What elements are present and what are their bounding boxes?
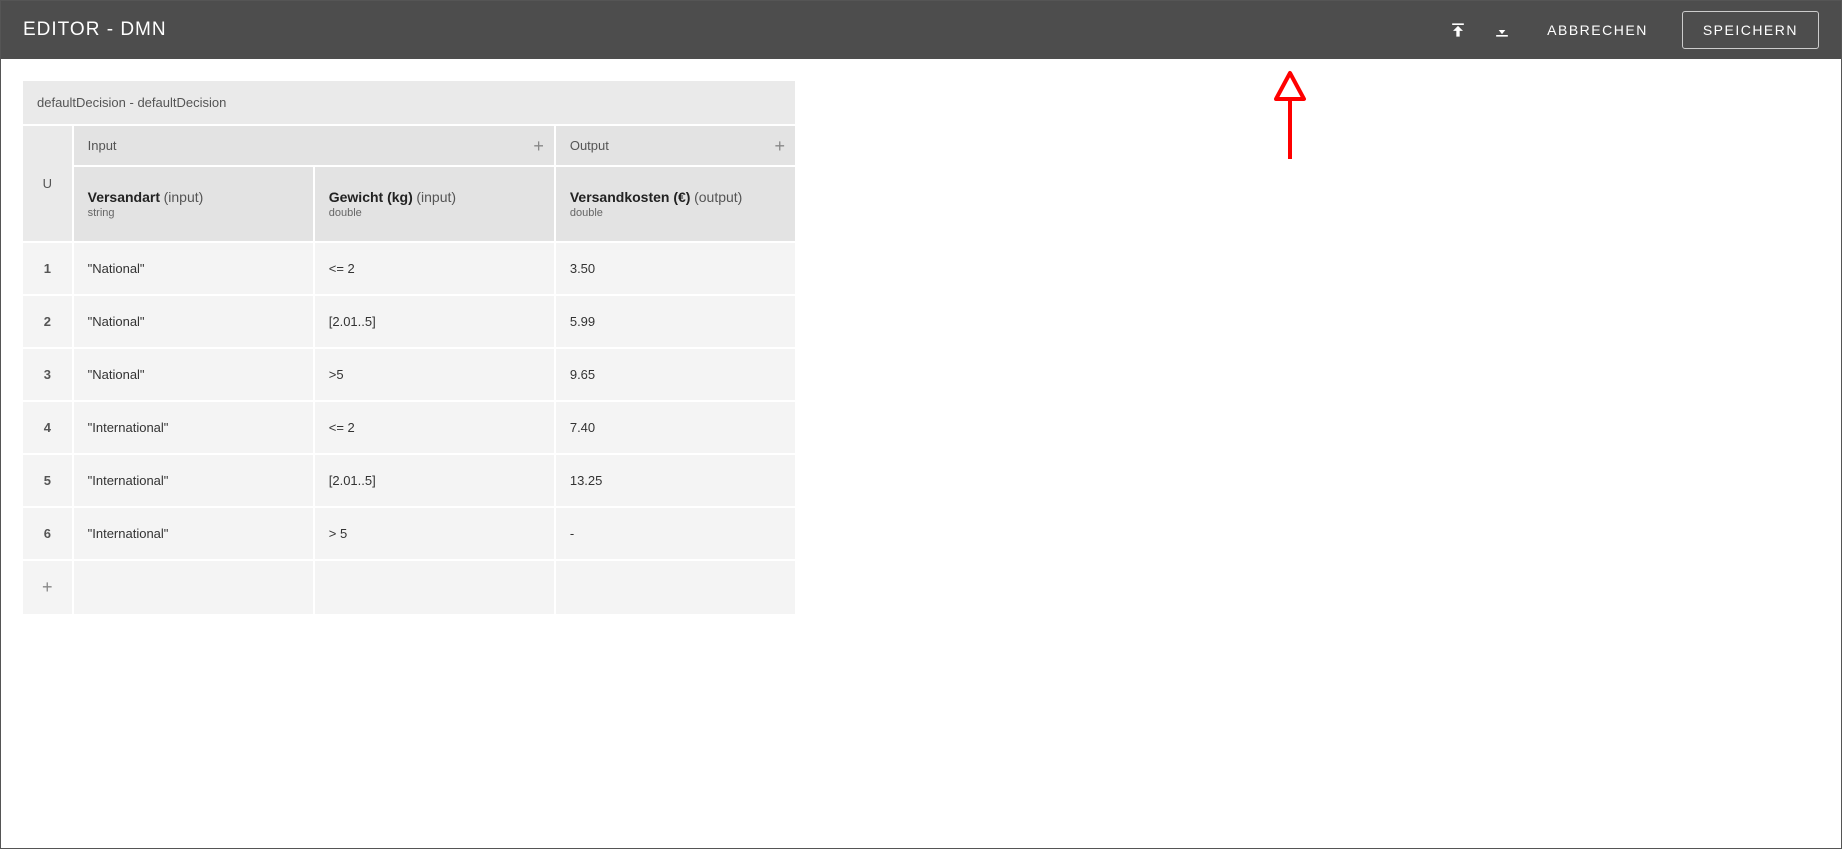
rule-cell[interactable]: >5 bbox=[315, 349, 554, 400]
rule-cell[interactable]: "National" bbox=[74, 243, 313, 294]
rule-row-number[interactable]: 6 bbox=[23, 508, 72, 559]
input-group-header: Input + bbox=[74, 126, 554, 165]
rule-cell[interactable]: - bbox=[556, 508, 795, 559]
rule-cell[interactable]: 5.99 bbox=[556, 296, 795, 347]
output-col-0-header[interactable]: Versandkosten (€) (output) double bbox=[556, 167, 795, 241]
output-col-0-type: double bbox=[570, 207, 781, 219]
input-col-0-header[interactable]: Versandart (input) string bbox=[74, 167, 313, 241]
output-group-header: Output + bbox=[556, 126, 795, 165]
rule-cell[interactable]: "International" bbox=[74, 402, 313, 453]
rule-cell[interactable]: 7.40 bbox=[556, 402, 795, 453]
add-output-column-icon[interactable]: + bbox=[774, 137, 785, 155]
decision-table-wrap: defaultDecision - defaultDecision U Inpu… bbox=[1, 59, 1841, 636]
table-row: 4"International"<= 27.40 bbox=[23, 402, 795, 453]
rule-cell[interactable]: 13.25 bbox=[556, 455, 795, 506]
upload-icon[interactable] bbox=[1447, 19, 1469, 41]
input-col-1-header[interactable]: Gewicht (kg) (input) double bbox=[315, 167, 554, 241]
table-row: 2"National"[2.01..5]5.99 bbox=[23, 296, 795, 347]
add-rule-cell-0 bbox=[74, 561, 313, 614]
output-col-0-kind: (output) bbox=[694, 189, 742, 205]
add-rule-row-icon[interactable]: + bbox=[23, 561, 72, 614]
add-rule-cell-2 bbox=[556, 561, 795, 614]
input-col-0-type: string bbox=[88, 207, 299, 219]
rule-cell[interactable]: > 5 bbox=[315, 508, 554, 559]
download-icon[interactable] bbox=[1491, 19, 1513, 41]
table-row: 5"International"[2.01..5]13.25 bbox=[23, 455, 795, 506]
input-col-1-kind: (input) bbox=[416, 189, 456, 205]
rule-cell[interactable]: 3.50 bbox=[556, 243, 795, 294]
rule-cell[interactable]: "National" bbox=[74, 296, 313, 347]
rule-row-number[interactable]: 4 bbox=[23, 402, 72, 453]
rule-cell[interactable]: [2.01..5] bbox=[315, 455, 554, 506]
input-col-1-name: Gewicht (kg) bbox=[329, 189, 413, 205]
rule-cell[interactable]: <= 2 bbox=[315, 402, 554, 453]
table-row: 3"National">59.65 bbox=[23, 349, 795, 400]
input-group-label: Input bbox=[88, 138, 117, 153]
add-rule-cell-1 bbox=[315, 561, 554, 614]
rule-row-number[interactable]: 1 bbox=[23, 243, 72, 294]
rule-row-number[interactable]: 2 bbox=[23, 296, 72, 347]
input-col-1-type: double bbox=[329, 207, 540, 219]
input-col-0-kind: (input) bbox=[164, 189, 204, 205]
output-col-0-name: Versandkosten (€) bbox=[570, 189, 691, 205]
rule-cell[interactable]: "International" bbox=[74, 455, 313, 506]
decision-title[interactable]: defaultDecision - defaultDecision bbox=[23, 81, 795, 124]
table-row: 6"International"> 5- bbox=[23, 508, 795, 559]
hit-policy-cell[interactable]: U bbox=[23, 126, 72, 241]
save-button[interactable]: SPEICHERN bbox=[1682, 11, 1819, 49]
output-group-label: Output bbox=[570, 138, 609, 153]
rule-cell[interactable]: [2.01..5] bbox=[315, 296, 554, 347]
input-col-0-name: Versandart bbox=[88, 189, 160, 205]
rule-cell[interactable]: "National" bbox=[74, 349, 313, 400]
cancel-button[interactable]: ABBRECHEN bbox=[1535, 12, 1660, 48]
rule-cell[interactable]: <= 2 bbox=[315, 243, 554, 294]
table-row: 1"National"<= 23.50 bbox=[23, 243, 795, 294]
rule-row-number[interactable]: 3 bbox=[23, 349, 72, 400]
header-actions: ABBRECHEN SPEICHERN bbox=[1447, 11, 1819, 49]
app-title: EDITOR - DMN bbox=[23, 19, 167, 41]
header-bar: EDITOR - DMN ABBRECHEN SPEICHERN bbox=[1, 1, 1841, 59]
decision-table: defaultDecision - defaultDecision U Inpu… bbox=[21, 79, 797, 616]
rule-cell[interactable]: "International" bbox=[74, 508, 313, 559]
add-input-column-icon[interactable]: + bbox=[533, 137, 544, 155]
rule-cell[interactable]: 9.65 bbox=[556, 349, 795, 400]
rule-row-number[interactable]: 5 bbox=[23, 455, 72, 506]
